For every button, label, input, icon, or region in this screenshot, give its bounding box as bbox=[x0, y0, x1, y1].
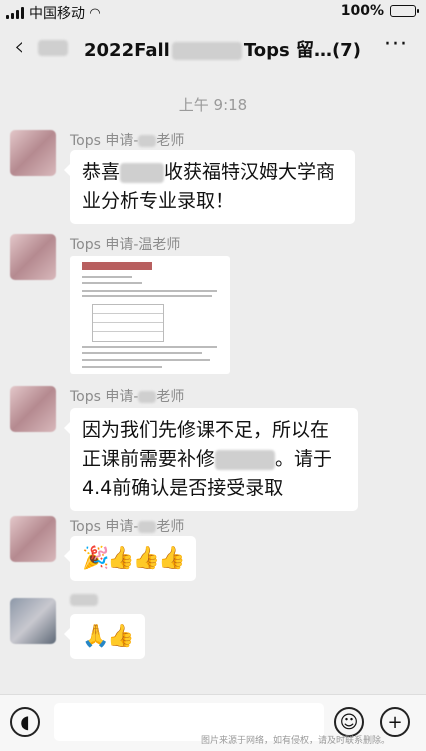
message-bubble[interactable]: 因为我们先修课不足，所以在正课前需要补修 。请于4.4前确认是否接受录取 bbox=[64, 408, 358, 511]
redacted-text bbox=[171, 42, 242, 60]
avatar[interactable] bbox=[10, 598, 56, 644]
message-bubble[interactable]: 恭喜 收获福特汉姆大学商业分析专业录取！ bbox=[64, 150, 355, 224]
voice-icon[interactable]: ◖ bbox=[10, 707, 40, 737]
chat-timestamp: 上午 9:18 bbox=[178, 96, 248, 114]
carrier-label: 中国移动 bbox=[29, 6, 85, 22]
sender-name: Tops 申请- 老师 bbox=[70, 389, 185, 405]
input-bar: ◖ ☺ + 图片来源于网络，如有侵权，请及时联系删除。 bbox=[0, 694, 426, 751]
sender-name: Tops 申请- 老师 bbox=[70, 133, 185, 149]
avatar[interactable] bbox=[10, 516, 56, 562]
wifi-icon: ◠ bbox=[90, 5, 100, 21]
emoji-message-bubble[interactable]: 🙏👍 bbox=[64, 614, 145, 659]
battery-percent: 100% bbox=[340, 3, 384, 19]
document-image-attachment[interactable] bbox=[70, 256, 230, 374]
sender-name: Tops 申请-温老师 bbox=[70, 237, 181, 253]
avatar[interactable] bbox=[10, 386, 56, 432]
status-bar: 中国移动 ◠ 100% bbox=[0, 0, 426, 24]
more-icon[interactable]: ··· bbox=[384, 32, 408, 57]
emoji-message-bubble[interactable]: 🎉👍👍👍 bbox=[64, 536, 196, 581]
back-icon[interactable]: ‹ bbox=[14, 32, 24, 62]
chat-header: ‹ 2022Fall Tops 留…(7) ··· bbox=[0, 26, 426, 70]
avatar[interactable] bbox=[10, 234, 56, 280]
battery-icon bbox=[390, 5, 419, 17]
watermark: 图片来源于网络，如有侵权，请及时联系删除。 bbox=[200, 736, 390, 746]
signal-icon bbox=[6, 7, 24, 19]
sender-name bbox=[70, 592, 98, 608]
blurred-avatar-placeholder bbox=[38, 40, 68, 56]
avatar[interactable] bbox=[10, 130, 56, 176]
sender-name: Tops 申请- 老师 bbox=[70, 519, 185, 535]
chat-title[interactable]: 2022Fall Tops 留…(7) bbox=[84, 36, 361, 62]
